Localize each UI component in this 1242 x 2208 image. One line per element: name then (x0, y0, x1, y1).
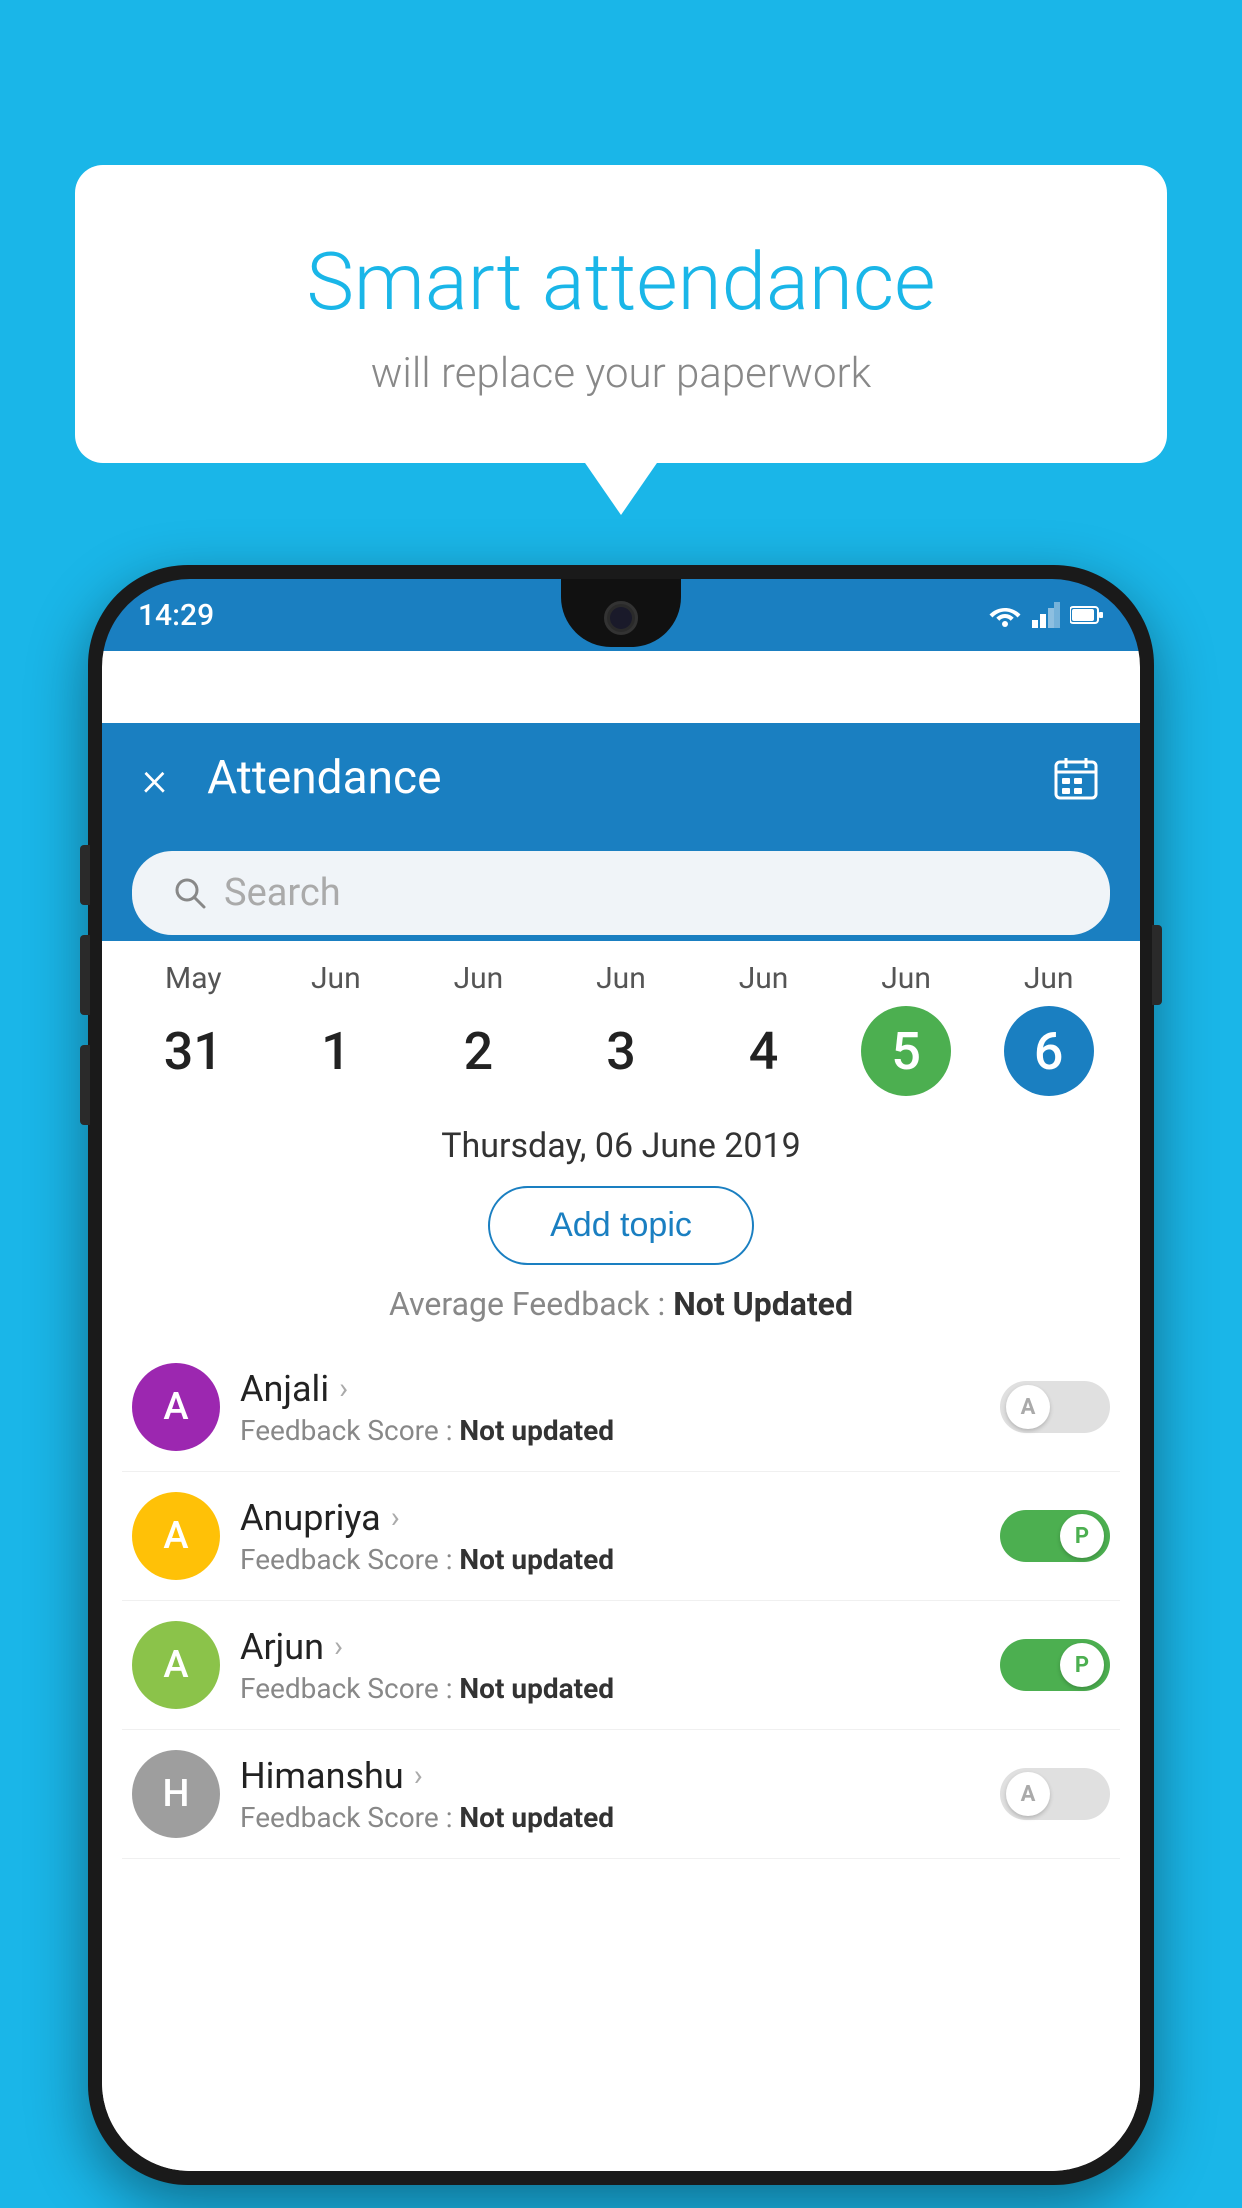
toggle-anjali[interactable]: A (1000, 1381, 1110, 1433)
calendar-icon[interactable] (1052, 754, 1100, 802)
toggle-himanshu[interactable]: A (1000, 1768, 1110, 1820)
student-item-himanshu: H Himanshu › Feedback Score : Not update… (122, 1730, 1120, 1859)
status-time: 14:29 (138, 598, 214, 633)
avatar-arjun: A (132, 1621, 220, 1709)
avg-feedback-value: Not Updated (673, 1285, 853, 1323)
student-list: A Anjali › Feedback Score : Not updated (102, 1343, 1140, 1859)
cal-day-3[interactable]: Jun 3 (566, 961, 676, 1096)
toggle-knob-himanshu: A (1006, 1772, 1050, 1816)
toggle-knob-anjali: A (1006, 1385, 1050, 1429)
cal-day-0[interactable]: May 31 (138, 961, 248, 1096)
toggle-arjun[interactable]: P (1000, 1639, 1110, 1691)
speech-bubble-container: Smart attendance will replace your paper… (75, 165, 1167, 463)
student-score-arjun: Feedback Score : Not updated (240, 1672, 980, 1705)
attendance-toggle-arjun[interactable]: P (1000, 1639, 1110, 1691)
student-info-anupriya[interactable]: Anupriya › Feedback Score : Not updated (240, 1497, 980, 1576)
status-icons (988, 602, 1104, 628)
power-button (1152, 925, 1162, 1005)
student-name-arjun: Arjun › (240, 1626, 980, 1668)
add-topic-button[interactable]: Add topic (488, 1186, 754, 1265)
wifi-icon (988, 602, 1022, 628)
speech-bubble-subtitle: will replace your paperwork (135, 349, 1107, 398)
cal-day-4[interactable]: Jun 4 (709, 961, 819, 1096)
phone-frame: 14:29 (88, 565, 1154, 2185)
mute-button (80, 845, 90, 905)
student-name-anupriya: Anupriya › (240, 1497, 980, 1539)
toggle-knob-arjun: P (1060, 1643, 1104, 1687)
cal-day-6[interactable]: Jun 6 (994, 961, 1104, 1096)
search-placeholder: Search (224, 871, 341, 915)
content-area: May 31 Jun 1 Jun 2 Jun 3 (102, 941, 1140, 2171)
selected-date: Thursday, 06 June 2019 (102, 1106, 1140, 1176)
chevron-icon: › (334, 1629, 343, 1664)
camera-lens (610, 607, 632, 629)
cal-month-1: Jun (311, 961, 361, 996)
search-input[interactable]: Search (132, 851, 1110, 935)
chevron-icon: › (391, 1500, 400, 1535)
speech-bubble-title: Smart attendance (135, 235, 1107, 329)
toggle-knob-anupriya: P (1060, 1514, 1104, 1558)
cal-month-3: Jun (596, 961, 646, 996)
student-score-anupriya: Feedback Score : Not updated (240, 1543, 980, 1576)
camera (604, 601, 638, 635)
student-name-anjali: Anjali › (240, 1368, 980, 1410)
calendar-strip: May 31 Jun 1 Jun 2 Jun 3 (102, 941, 1140, 1106)
cal-date-2: 2 (433, 1006, 523, 1096)
cal-month-0: May (165, 961, 221, 996)
avatar-anjali: A (132, 1363, 220, 1451)
student-info-arjun[interactable]: Arjun › Feedback Score : Not updated (240, 1626, 980, 1705)
search-icon (172, 875, 208, 911)
attendance-toggle-anupriya[interactable]: P (1000, 1510, 1110, 1562)
attendance-toggle-himanshu[interactable]: A (1000, 1768, 1110, 1820)
cal-date-1: 1 (291, 1006, 381, 1096)
close-button[interactable]: × (142, 750, 167, 807)
speech-bubble: Smart attendance will replace your paper… (75, 165, 1167, 463)
avg-feedback-label: Average Feedback : (389, 1285, 665, 1323)
cal-day-2[interactable]: Jun 2 (423, 961, 533, 1096)
student-score-himanshu: Feedback Score : Not updated (240, 1801, 980, 1834)
volume-up-button (80, 935, 90, 1015)
volume-down-button (80, 1045, 90, 1125)
search-bar-container: Search (102, 833, 1140, 953)
student-item-arjun: A Arjun › Feedback Score : Not updated (122, 1601, 1120, 1730)
student-name-himanshu: Himanshu › (240, 1755, 980, 1797)
chevron-icon: › (339, 1371, 348, 1406)
avatar-anupriya: A (132, 1492, 220, 1580)
avg-feedback: Average Feedback : Not Updated (102, 1285, 1140, 1323)
cal-date-5: 5 (861, 1006, 951, 1096)
student-item-anupriya: A Anupriya › Feedback Score : Not update… (122, 1472, 1120, 1601)
student-info-himanshu[interactable]: Himanshu › Feedback Score : Not updated (240, 1755, 980, 1834)
cal-date-0: 31 (148, 1006, 238, 1096)
signal-icon (1032, 602, 1060, 628)
phone-screen: × Attendance (102, 651, 1140, 2171)
student-item-anjali: A Anjali › Feedback Score : Not updated (122, 1343, 1120, 1472)
cal-date-6: 6 (1004, 1006, 1094, 1096)
student-info-anjali[interactable]: Anjali › Feedback Score : Not updated (240, 1368, 980, 1447)
cal-month-4: Jun (739, 961, 789, 996)
cal-date-4: 4 (719, 1006, 809, 1096)
cal-month-6: Jun (1024, 961, 1074, 996)
app-title: Attendance (207, 751, 1052, 805)
student-score-anjali: Feedback Score : Not updated (240, 1414, 980, 1447)
phone-inner: 14:29 (102, 579, 1140, 2171)
battery-icon (1070, 605, 1104, 625)
avatar-himanshu: H (132, 1750, 220, 1838)
chevron-icon: › (414, 1758, 423, 1793)
cal-month-2: Jun (454, 961, 504, 996)
attendance-toggle-anjali[interactable]: A (1000, 1381, 1110, 1433)
cal-day-1[interactable]: Jun 1 (281, 961, 391, 1096)
toggle-anupriya[interactable]: P (1000, 1510, 1110, 1562)
app-header: × Attendance (102, 723, 1140, 833)
cal-date-3: 3 (576, 1006, 666, 1096)
cal-month-5: Jun (881, 961, 931, 996)
cal-day-5[interactable]: Jun 5 (851, 961, 961, 1096)
